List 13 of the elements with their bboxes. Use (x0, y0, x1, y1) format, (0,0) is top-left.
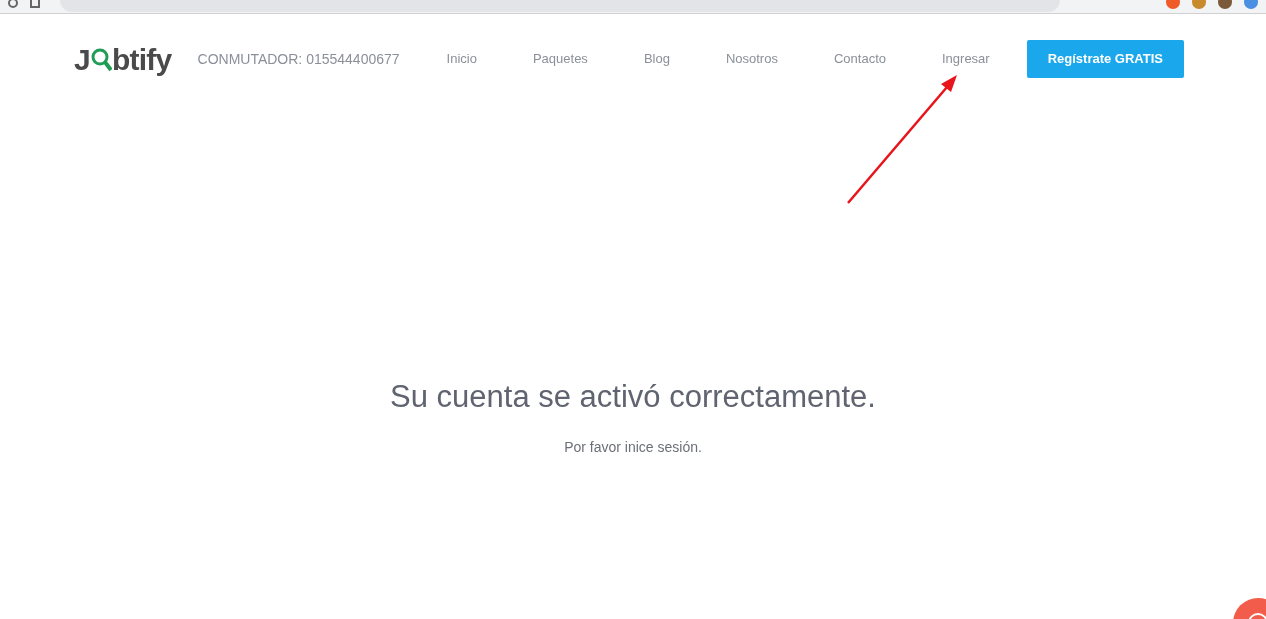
logo[interactable]: J btify (74, 36, 172, 82)
nav-link[interactable]: Blog (643, 49, 670, 69)
magnifier-icon (89, 46, 112, 72)
login-prompt: Por favor inice sesión. (564, 437, 702, 457)
success-heading: Su cuenta se activó correctamente. (390, 378, 876, 416)
nav-link[interactable]: Ingresar (942, 49, 990, 69)
phone-number: CONMUTADOR: 015544400677 (197, 49, 400, 69)
nav-link[interactable]: Nosotros (725, 49, 778, 69)
reload-icon[interactable] (8, 0, 18, 8)
nav-link[interactable]: Contacto (833, 49, 886, 69)
nav-link[interactable]: Inicio (446, 49, 477, 69)
nav-link[interactable]: Paquetes (532, 49, 588, 69)
register-button[interactable]: Regístrate GRATIS (1026, 40, 1184, 78)
